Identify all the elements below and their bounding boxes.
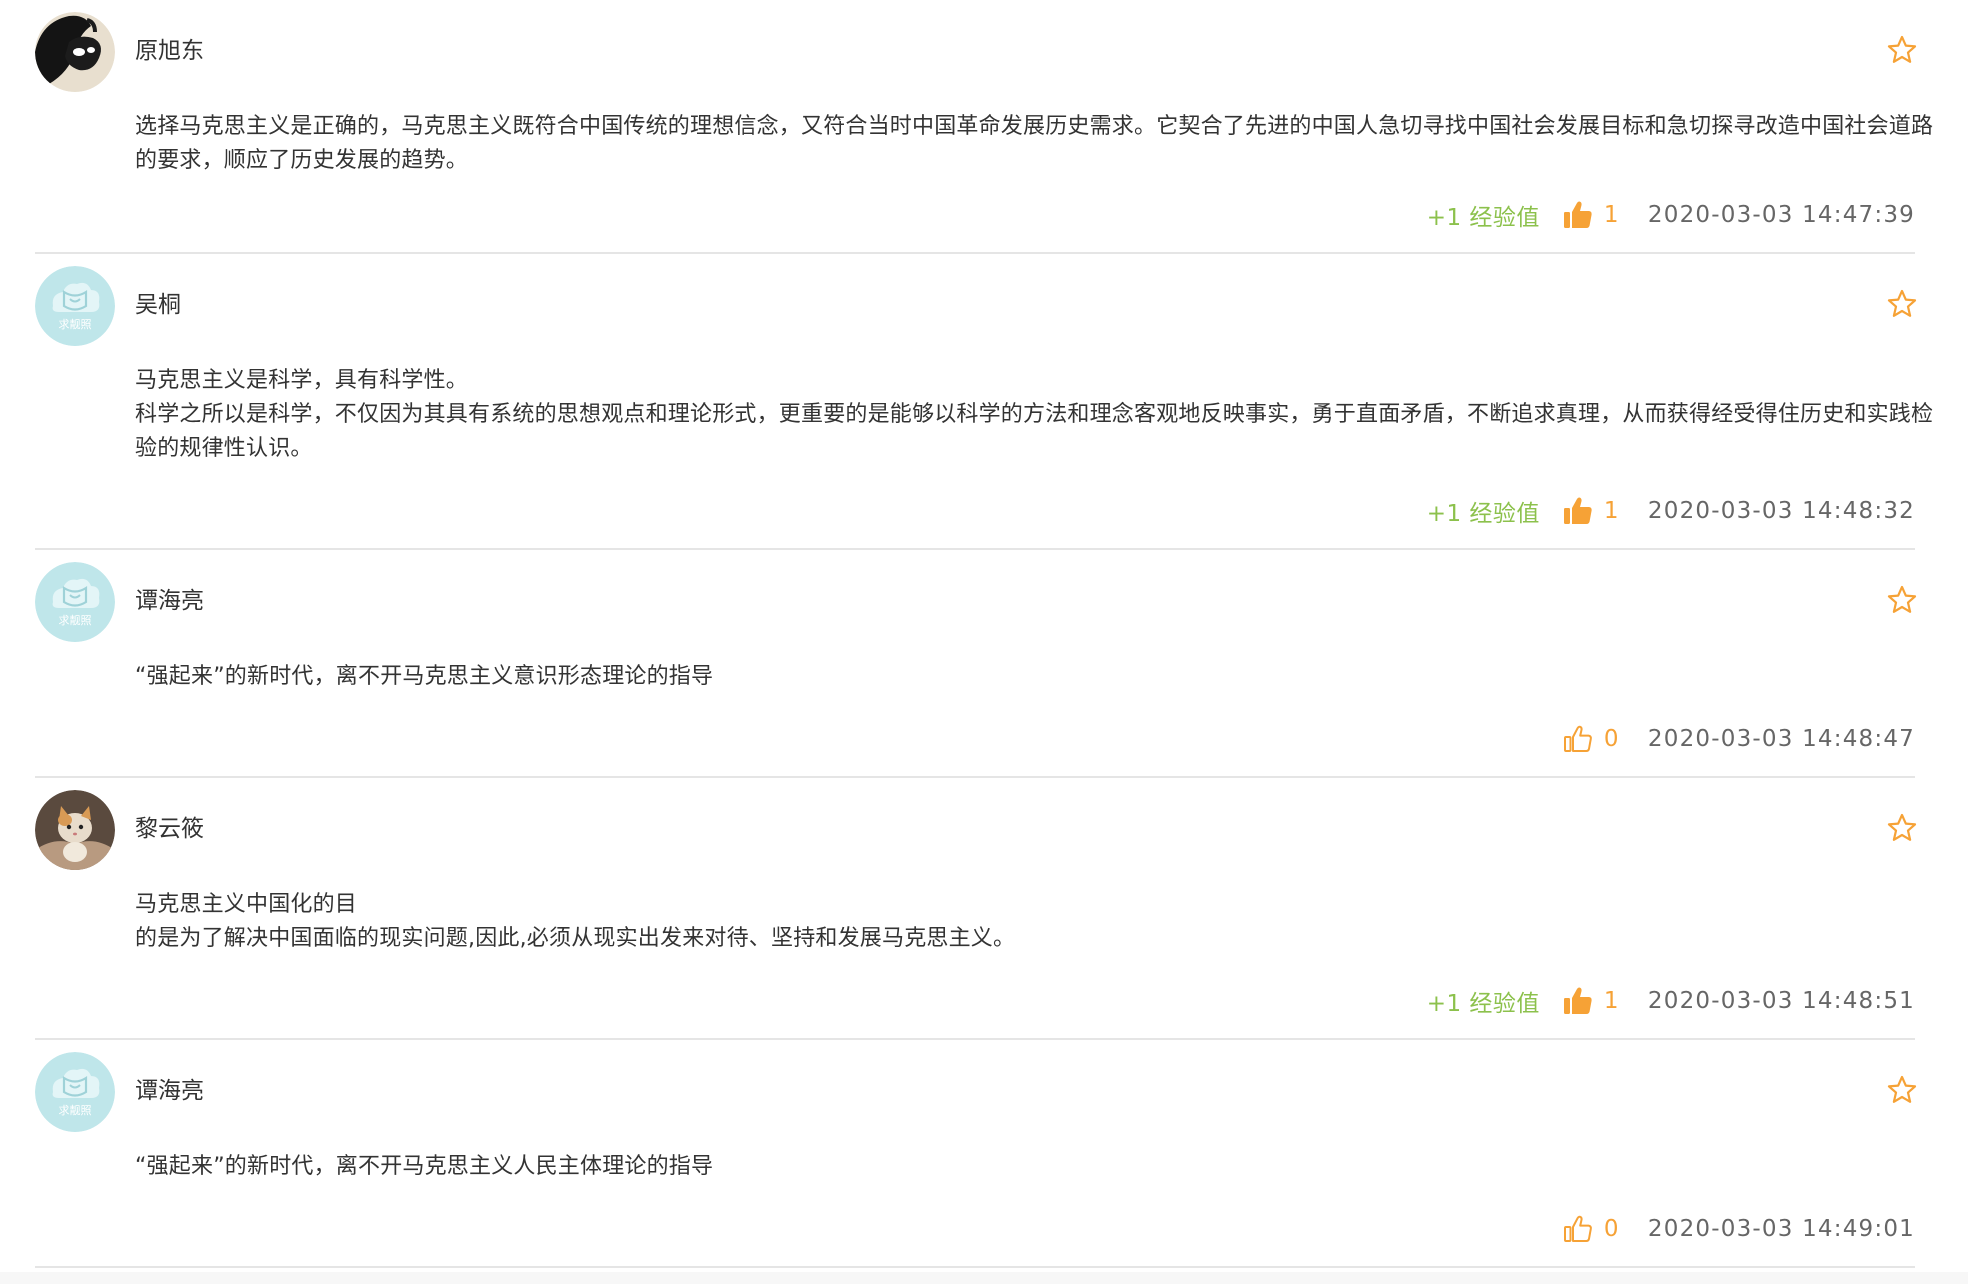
username[interactable]: 黎云筱 xyxy=(135,812,204,846)
thumbs-up-outline-icon[interactable] xyxy=(1560,721,1596,757)
timestamp: 2020-03-03 14:48:32 xyxy=(1647,498,1915,524)
star-icon[interactable] xyxy=(1886,34,1920,68)
comment-body: 马克思主义中国化的目的是为了解决中国面临的现实问题,因此,必须从现实出发来对待、… xyxy=(135,888,1947,956)
thumbs-up-outline-icon[interactable] xyxy=(1560,1211,1596,1247)
timestamp: 2020-03-03 14:47:39 xyxy=(1647,202,1915,228)
comment-item: 求靓照 吴桐马克思主义是科学，具有科学性。科学之所以是科学，不仅因为其具有系统的思… xyxy=(35,254,1933,550)
like-count: 0 xyxy=(1603,1216,1619,1242)
timestamp: 2020-03-03 14:49:01 xyxy=(1647,1216,1915,1242)
like-count: 1 xyxy=(1603,988,1619,1014)
comment-body: “强起来”的新时代，离不开马克思主义人民主体理论的指导 xyxy=(135,1150,1947,1184)
star-icon[interactable] xyxy=(1886,812,1920,846)
comment-text: “强起来”的新时代，离不开马克思主义人民主体理论的指导 xyxy=(135,1154,714,1179)
experience-badge: +1 经验值 xyxy=(1426,991,1540,1017)
comment-footer: +1 经验值 1 2020-03-03 14:47:39 xyxy=(1427,195,1915,235)
comment-footer: 0 2020-03-03 14:49:01 xyxy=(1560,1209,1915,1249)
star-icon[interactable] xyxy=(1886,288,1920,322)
comment-footer: +1 经验值 1 2020-03-03 14:48:32 xyxy=(1427,491,1915,531)
username[interactable]: 谭海亮 xyxy=(135,1074,204,1108)
experience-badge: +1 经验值 xyxy=(1426,205,1540,231)
avatar-placeholder-text: 求靓照 xyxy=(59,317,92,331)
comment-body: 选择马克思主义是正确的，马克思主义既符合中国传统的理想信念，又符合当时中国革命发… xyxy=(135,110,1947,178)
bottom-edge xyxy=(0,1272,1968,1284)
experience-badge: +1 经验值 xyxy=(1426,501,1540,527)
username[interactable]: 吴桐 xyxy=(135,288,181,322)
default-avatar[interactable]: 求靓照 xyxy=(35,1052,115,1132)
timestamp: 2020-03-03 14:48:51 xyxy=(1647,988,1915,1014)
thumbs-up-filled-icon[interactable] xyxy=(1560,493,1596,529)
star-icon[interactable] xyxy=(1886,1074,1920,1108)
comment-text: 选择马克思主义是正确的，马克思主义既符合中国传统的理想信念，又符合当时中国革命发… xyxy=(135,114,1934,173)
timestamp: 2020-03-03 14:48:47 xyxy=(1647,726,1915,752)
comment-item: 原旭东选择马克思主义是正确的，马克思主义既符合中国传统的理想信念，又符合当时中国… xyxy=(35,0,1933,254)
comment-text: “强起来”的新时代，离不开马克思主义意识形态理论的指导 xyxy=(135,664,714,689)
avatar-placeholder-text: 求靓照 xyxy=(59,1103,92,1117)
like-count: 1 xyxy=(1603,498,1619,524)
like-count: 1 xyxy=(1603,202,1619,228)
comment-footer: 0 2020-03-03 14:48:47 xyxy=(1560,719,1915,759)
comment-item: 黎云筱马克思主义中国化的目的是为了解决中国面临的现实问题,因此,必须从现实出发来… xyxy=(35,778,1917,1040)
comment-text: 马克思主义中国化的目 xyxy=(135,892,358,917)
comment-footer: +1 经验值 1 2020-03-03 14:48:51 xyxy=(1427,981,1915,1021)
user-avatar[interactable] xyxy=(35,12,115,92)
user-avatar[interactable] xyxy=(35,790,115,870)
comment-list: 原旭东选择马克思主义是正确的，马克思主义既符合中国传统的理想信念，又符合当时中国… xyxy=(35,0,1933,1268)
star-icon[interactable] xyxy=(1886,584,1920,618)
comment-text: 科学之所以是科学，不仅因为其具有系统的思想观点和理论形式，更重要的是能够以科学的… xyxy=(135,402,1934,461)
default-avatar[interactable]: 求靓照 xyxy=(35,266,115,346)
comment-item: 求靓照 谭海亮 “强起来”的新时代，离不开马克思主义意识形态理论的指导 0 2020-0… xyxy=(35,550,1917,778)
comment-text: 的是为了解决中国面临的现实问题,因此,必须从现实出发来对待、坚持和发展马克思主义… xyxy=(135,926,1016,951)
avatar-placeholder-text: 求靓照 xyxy=(59,613,92,627)
username[interactable]: 原旭东 xyxy=(135,34,204,68)
comment-item: 求靓照 谭海亮 “强起来”的新时代，离不开马克思主义人民主体理论的指导 0 2020-0… xyxy=(35,1040,1917,1268)
thumbs-up-filled-icon[interactable] xyxy=(1560,983,1596,1019)
default-avatar[interactable]: 求靓照 xyxy=(35,562,115,642)
comment-body: “强起来”的新时代，离不开马克思主义意识形态理论的指导 xyxy=(135,660,1947,694)
like-count: 0 xyxy=(1603,726,1619,752)
thumbs-up-filled-icon[interactable] xyxy=(1560,197,1596,233)
username[interactable]: 谭海亮 xyxy=(135,584,204,618)
comment-body: 马克思主义是科学，具有科学性。科学之所以是科学，不仅因为其具有系统的思想观点和理… xyxy=(135,364,1947,466)
comments-page: 原旭东选择马克思主义是正确的，马克思主义既符合中国传统的理想信念，又符合当时中国… xyxy=(0,0,1968,1284)
comment-text: 马克思主义是科学，具有科学性。 xyxy=(135,368,469,393)
